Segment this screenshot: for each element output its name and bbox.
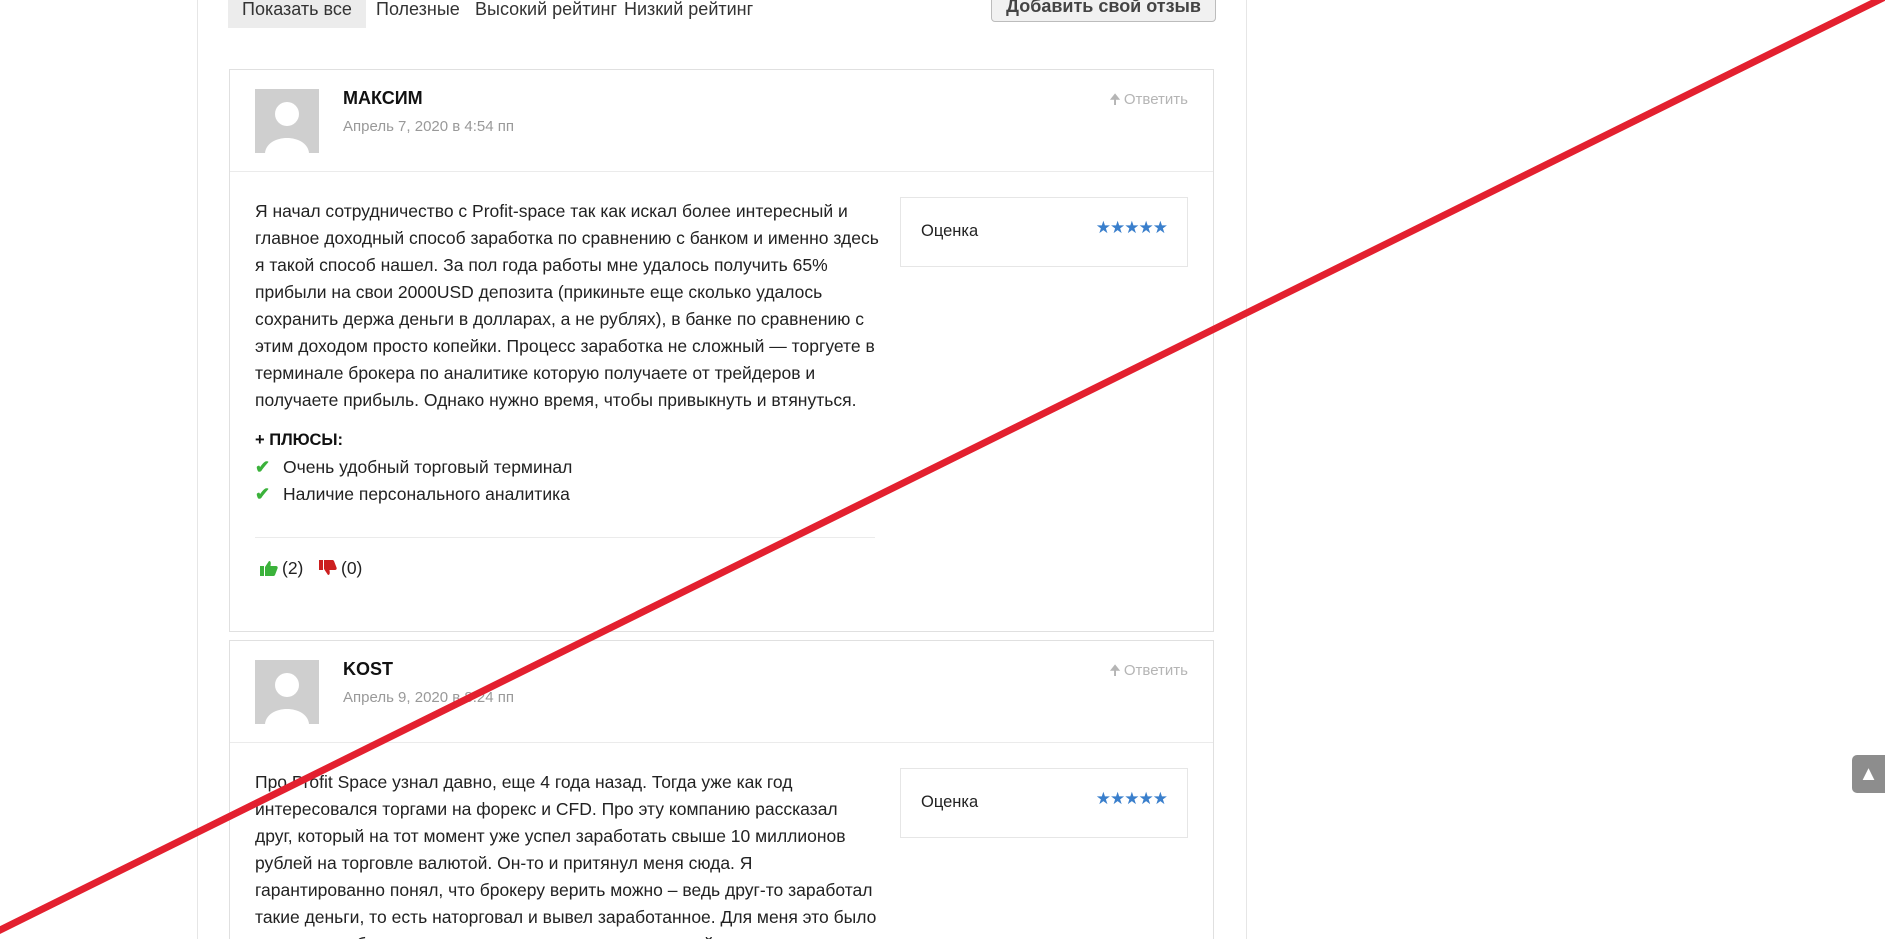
rating-box: Оценка ★★★★★ [900,197,1188,267]
review-date: Апрель 9, 2020 в 8:24 пп [343,689,515,706]
rating-label: Оценка [921,222,979,240]
filter-tab-useful[interactable]: Полезные [362,0,474,28]
reviews-column: Показать все Полезные Высокий рейтинг Ни… [197,0,1247,939]
thumbs-up-icon [260,561,278,576]
pros-item: ✔ Очень удобный торговый терминал [255,454,1188,481]
filter-tab-high-rating[interactable]: Высокий рейтинг [461,0,631,28]
review-body: Я начал сотрудничество с Profit-space та… [230,172,1213,612]
default-avatar-icon [255,660,319,724]
check-icon: ✔ [255,484,271,504]
scroll-to-top-button[interactable]: ▲ [1852,755,1885,793]
pros-item: ✔ Наличие персонального аналитика [255,481,1188,508]
review-date: Апрель 7, 2020 в 4:54 пп [343,118,515,135]
review-text: Про Profit Space узнал давно, еще 4 года… [255,772,877,939]
filter-tab-low-rating[interactable]: Низкий рейтинг [610,0,767,28]
review-author: МАКСИМ [343,88,423,108]
default-avatar-icon [255,89,319,153]
like-button[interactable]: (2) [260,558,303,579]
pros-title: + ПЛЮСЫ: [255,431,344,449]
filter-tab-all[interactable]: Показать все [228,0,366,28]
rating-label: Оценка [921,793,979,811]
review-header: KOST Апрель 9, 2020 в 8:24 пп 🠉 Ответить [230,641,1213,743]
review-card: МАКСИМ Апрель 7, 2020 в 4:54 пп 🠉 Ответит… [229,69,1214,632]
rating-box: Оценка ★★★★★ [900,768,1188,838]
star-rating-icon: ★★★★★ [1095,218,1168,237]
check-icon: ✔ [255,457,271,477]
dislike-button[interactable]: (0) [319,558,362,579]
reply-link[interactable]: 🠉 Ответить [1109,660,1188,684]
vote-bar: (2) (0) [255,538,1188,612]
chevron-up-icon: ▲ [1858,763,1879,785]
add-review-button[interactable]: Добавить свой отзыв [991,0,1216,22]
pros-list: ✔ Очень удобный торговый терминал ✔ Наличи… [255,454,1188,508]
review-body: Про Profit Space узнал давно, еще 4 года… [230,743,1213,939]
review-text: Я начал сотрудничество с Profit-space та… [255,201,879,410]
review-card: KOST Апрель 9, 2020 в 8:24 пп 🠉 Ответить … [229,640,1214,939]
review-author: KOST [343,659,394,679]
arrow-up-icon: 🠉 [1109,662,1121,678]
arrow-up-icon: 🠉 [1109,91,1121,107]
reply-link[interactable]: 🠉 Ответить [1109,89,1188,113]
review-filter-bar: Показать все Полезные Высокий рейтинг Ни… [228,0,1216,28]
review-header: МАКСИМ Апрель 7, 2020 в 4:54 пп 🠉 Ответит… [230,70,1213,172]
thumbs-down-icon [319,560,337,575]
star-rating-icon: ★★★★★ [1095,789,1168,808]
